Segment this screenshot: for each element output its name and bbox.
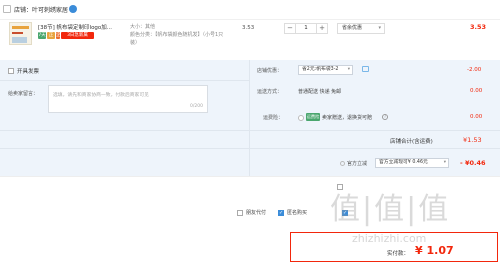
invoice-checkbox[interactable]	[8, 68, 14, 74]
watermark-logo: 值|值|值	[330, 192, 451, 227]
anonymous-label[interactable]: 匿名购买	[287, 209, 307, 216]
plus-button[interactable]: +	[316, 24, 327, 33]
spec-size: 大小：其他	[130, 24, 156, 30]
chevron-down-icon: ▾	[378, 25, 381, 31]
pay-label: 实付款：	[387, 251, 410, 257]
promo-select[interactable]: 省余优惠 ▾	[337, 23, 385, 34]
platform-discount-select[interactable]: 官方立减现可¥ 0.46元 ▾	[375, 158, 449, 168]
chat-icon[interactable]	[362, 66, 369, 72]
delivery-label: 运送方式：	[257, 89, 283, 95]
divider	[0, 80, 250, 81]
shop-header: 店铺：叶可刺绣家居	[0, 0, 500, 20]
help-icon[interactable]: ?	[382, 114, 388, 120]
spec-color: 颜色分类：【帆布袋颜色随机发】（小号1只装）	[130, 32, 224, 46]
proxy-pay-label[interactable]: 朋友代付	[246, 209, 266, 216]
platform-icon	[340, 161, 345, 166]
divider	[0, 148, 500, 149]
authentic-badge: 正品	[47, 32, 55, 45]
fast-ship-badge: 3日急新属	[61, 32, 94, 39]
insurance-tag: 运费险	[306, 113, 320, 121]
store-icon[interactable]	[69, 5, 77, 13]
unit-price: 3.53	[242, 25, 255, 31]
platform-select-value: 官方立减现可¥ 0.46元	[379, 160, 428, 165]
message-placeholder: 选填，请先和商家协商一致，付款后商家可见	[53, 93, 149, 98]
item-subtotal: 3.53	[470, 23, 487, 31]
coupon-amount: -2.00	[467, 67, 482, 73]
pay-amount: ¥ 1.07	[415, 244, 454, 257]
invoice-label[interactable]: 开具发票	[17, 67, 39, 75]
enterprise-badge: 企	[56, 32, 61, 39]
shop-total-value: ¥1.53	[463, 136, 482, 144]
product-thumbnail[interactable]	[9, 22, 32, 45]
divider	[0, 130, 500, 131]
minus-button[interactable]: −	[285, 24, 296, 33]
delivery-value[interactable]: 普通配送 快递 免邮	[298, 88, 341, 95]
seven-day-return-badge: 7天	[38, 32, 46, 39]
chevron-down-icon: ▾	[347, 67, 350, 72]
chevron-down-icon: ▾	[443, 160, 446, 165]
divider	[0, 176, 500, 177]
insurance-label: 运费险：	[263, 115, 284, 121]
watermark-url: zhizhizhi.com	[352, 232, 427, 245]
anonymous-checkbox[interactable]	[278, 210, 284, 216]
product-row: [38节] 帆布袋定制印logo加... 7天 正品 企 3日急新属 大小：其他…	[0, 20, 500, 60]
store-name[interactable]: 店铺：叶可刺绣家居	[14, 5, 68, 14]
insurance-radio[interactable]	[298, 115, 304, 121]
coupon-label: 店铺优惠：	[257, 68, 283, 74]
platform-label: 官方立减	[347, 161, 368, 167]
delivery-amount: 0.00	[470, 88, 483, 94]
product-title[interactable]: [38节] 帆布袋定制印logo加...	[38, 23, 122, 31]
shop-checkbox[interactable]	[3, 5, 11, 13]
platform-amount: - ¥0.46	[460, 159, 486, 167]
message-label: 给卖家留言：	[8, 91, 39, 97]
insurance-amount: 0.00	[470, 114, 483, 120]
coupon-select[interactable]: 省2元:帆布袋3-2 ▾	[298, 65, 353, 75]
left-options: 开具发票 给卖家留言： 选填，请先和商家协商一致，付款后商家可见 0/200	[0, 60, 250, 176]
quantity-value[interactable]: 1	[296, 25, 316, 31]
message-counter: 0/200	[190, 104, 203, 109]
shop-total-label: 店铺合计(含运费)	[390, 139, 433, 145]
coupon-value: 省2元:帆布袋3-2	[302, 67, 339, 72]
message-textarea[interactable]: 选填，请先和商家协商一致，付款后商家可见 0/200	[48, 85, 208, 113]
promo-select-value: 省余优惠	[342, 25, 363, 31]
insurance-text: 卖家赠送，退换货可赔	[322, 115, 373, 121]
quantity-stepper: − 1 +	[284, 23, 328, 34]
proxy-pay-checkbox[interactable]	[237, 210, 243, 216]
